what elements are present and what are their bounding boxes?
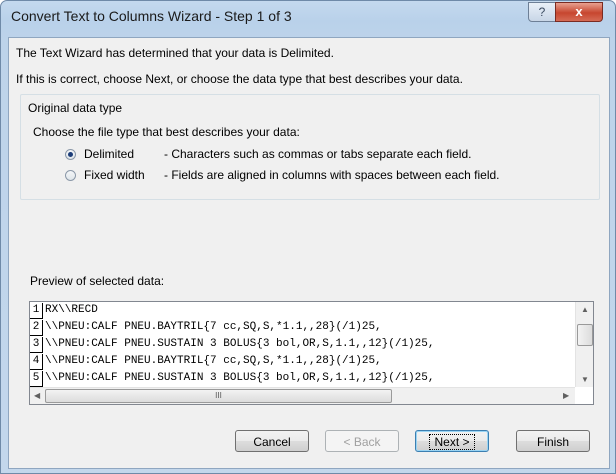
row-number: 3 [30,337,43,353]
delimited-label[interactable]: Delimited [84,147,134,161]
title-bar[interactable]: Convert Text to Columns Wizard - Step 1 … [1,1,615,31]
finish-button[interactable]: Finish [516,430,590,452]
original-data-type-group: Original data type Choose the file type … [20,94,600,200]
window-title: Convert Text to Columns Wizard - Step 1 … [11,8,292,24]
back-button[interactable]: < Back [325,430,399,452]
row-number: 5 [30,371,43,387]
preview-label: Preview of selected data: [30,274,165,288]
close-button[interactable]: x [555,2,603,22]
scroll-up-icon[interactable]: ▲ [581,305,589,314]
preview-row: 5 \\PNEU:CALF PNEU.SUSTAIN 3 BOLUS{3 bol,… [30,370,575,387]
fixed-width-label[interactable]: Fixed width [84,168,145,182]
horizontal-scrollbar[interactable]: ◀ III ▶ [30,387,575,404]
instruction-text: If this is correct, choose Next, or choo… [16,72,463,86]
next-button-label: Next > [429,434,475,450]
row-text: \\PNEU:CALF PNEU.SUSTAIN 3 BOLUS{3 bol,O… [45,372,435,384]
file-type-instruction: Choose the file type that best describes… [33,125,300,139]
row-text: \\PNEU:CALF PNEU.BAYTRIL{7 cc,SQ,S,*1.1,… [45,355,382,367]
preview-rows: 1 RX\\RECD 2 \\PNEU:CALF PNEU.BAYTRIL{7 cc… [30,302,575,388]
preview-row: 1 RX\\RECD [30,302,575,319]
detected-type-text: The Text Wizard has determined that your… [16,46,334,60]
row-number: 4 [30,354,43,370]
group-label: Original data type [28,101,123,115]
scroll-left-icon[interactable]: ◀ [34,391,40,400]
row-number: 2 [30,320,43,336]
fixed-width-description: - Fields are aligned in columns with spa… [164,168,500,182]
wizard-window: Convert Text to Columns Wizard - Step 1 … [0,0,616,474]
preview-row: 4 \\PNEU:CALF PNEU.BAYTRIL{7 cc,SQ,S,*1.1… [30,353,575,370]
scroll-down-icon[interactable]: ▼ [581,375,589,384]
preview-row: 3 \\PNEU:CALF PNEU.SUSTAIN 3 BOLUS{3 bol,… [30,336,575,353]
data-preview[interactable]: 1 RX\\RECD 2 \\PNEU:CALF PNEU.BAYTRIL{7 cc… [29,301,594,405]
row-text: RX\\RECD [45,304,98,316]
row-text: \\PNEU:CALF PNEU.BAYTRIL{7 cc,SQ,S,*1.1,… [45,321,382,333]
help-button[interactable]: ? [528,2,556,22]
next-button[interactable]: Next > [415,430,489,452]
delimited-radio[interactable] [65,149,76,160]
scroll-right-icon[interactable]: ▶ [563,391,569,400]
fixed-width-radio[interactable] [65,170,76,181]
cancel-button[interactable]: Cancel [235,430,309,452]
dialog-body: The Text Wizard has determined that your… [8,37,610,469]
vertical-scroll-thumb[interactable] [577,324,593,346]
row-number: 1 [30,303,43,319]
preview-row: 2 \\PNEU:CALF PNEU.BAYTRIL{7 cc,SQ,S,*1.1… [30,319,575,336]
row-text: \\PNEU:CALF PNEU.SUSTAIN 3 BOLUS{3 bol,O… [45,338,435,350]
vertical-scrollbar[interactable]: ▲ ▼ [575,302,593,387]
delimited-description: - Characters such as commas or tabs sepa… [164,147,472,161]
horizontal-scroll-thumb[interactable]: III [45,389,392,403]
